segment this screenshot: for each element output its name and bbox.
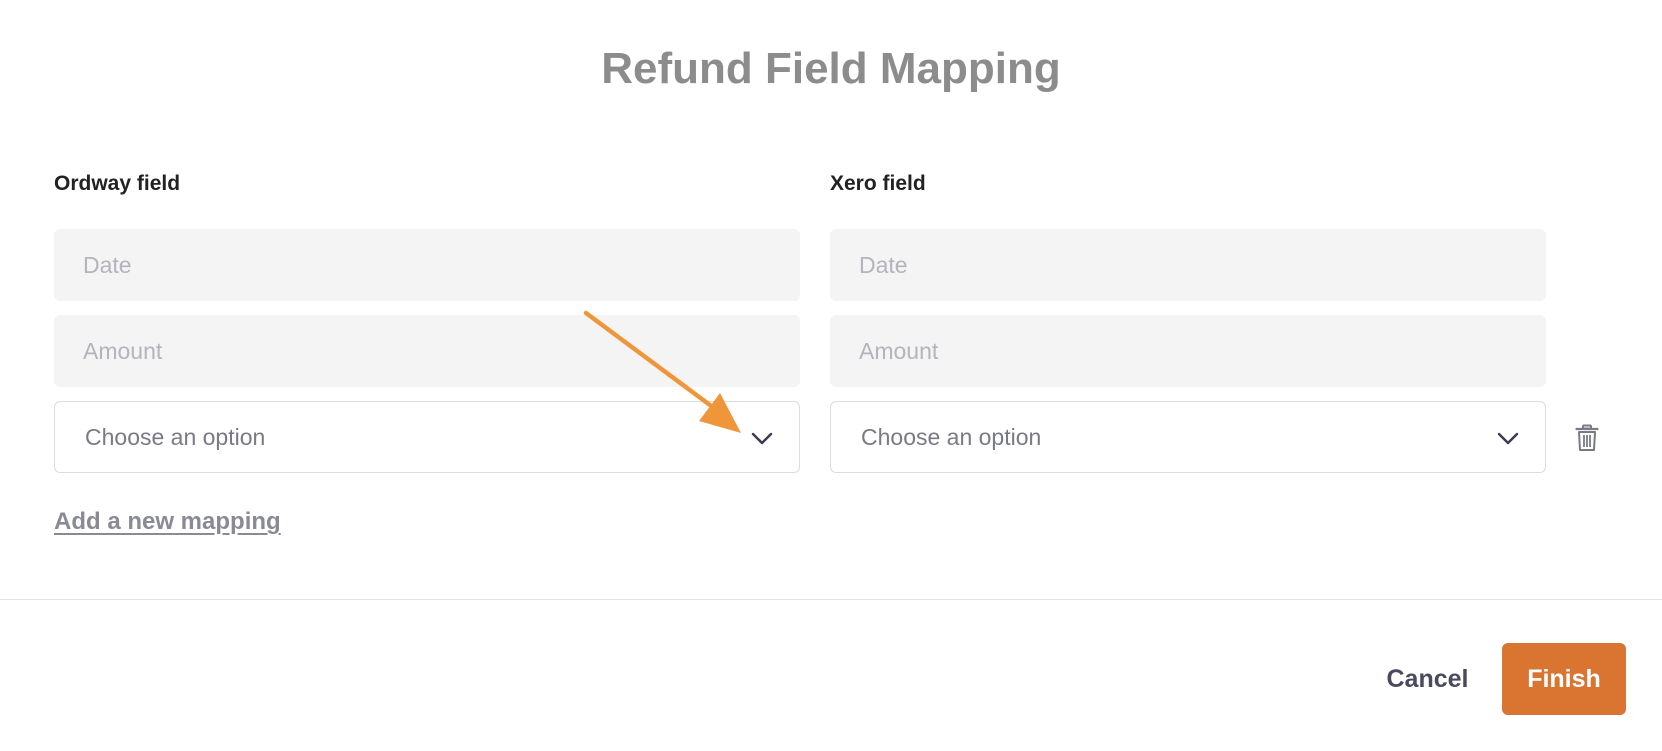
add-new-mapping-link[interactable]: Add a new mapping bbox=[54, 508, 281, 536]
dialog-title: Refund Field Mapping bbox=[601, 44, 1061, 93]
field-mapping-dialog: Refund Field Mapping Ordway field Xero f… bbox=[0, 0, 1662, 751]
xero-field-select[interactable]: Choose an option bbox=[830, 401, 1546, 473]
xero-date-field: Date bbox=[830, 229, 1546, 301]
ordway-amount-field: Amount bbox=[54, 315, 800, 387]
xero-amount-field: Amount bbox=[830, 315, 1546, 387]
ordway-field-select[interactable]: Choose an option bbox=[54, 401, 800, 473]
xero-select-placeholder: Choose an option bbox=[861, 423, 1042, 450]
ordway-select-placeholder: Choose an option bbox=[85, 423, 266, 450]
finish-button[interactable]: Finish bbox=[1502, 643, 1626, 715]
chevron-down-icon bbox=[1497, 432, 1519, 445]
xero-field-label: Xero field bbox=[830, 172, 926, 195]
cancel-button[interactable]: Cancel bbox=[1370, 643, 1485, 715]
ordway-field-label: Ordway field bbox=[54, 172, 181, 195]
chevron-down-icon bbox=[751, 432, 773, 445]
ordway-date-field: Date bbox=[54, 229, 800, 301]
trash-icon[interactable] bbox=[1575, 424, 1599, 452]
footer-divider bbox=[0, 599, 1662, 600]
